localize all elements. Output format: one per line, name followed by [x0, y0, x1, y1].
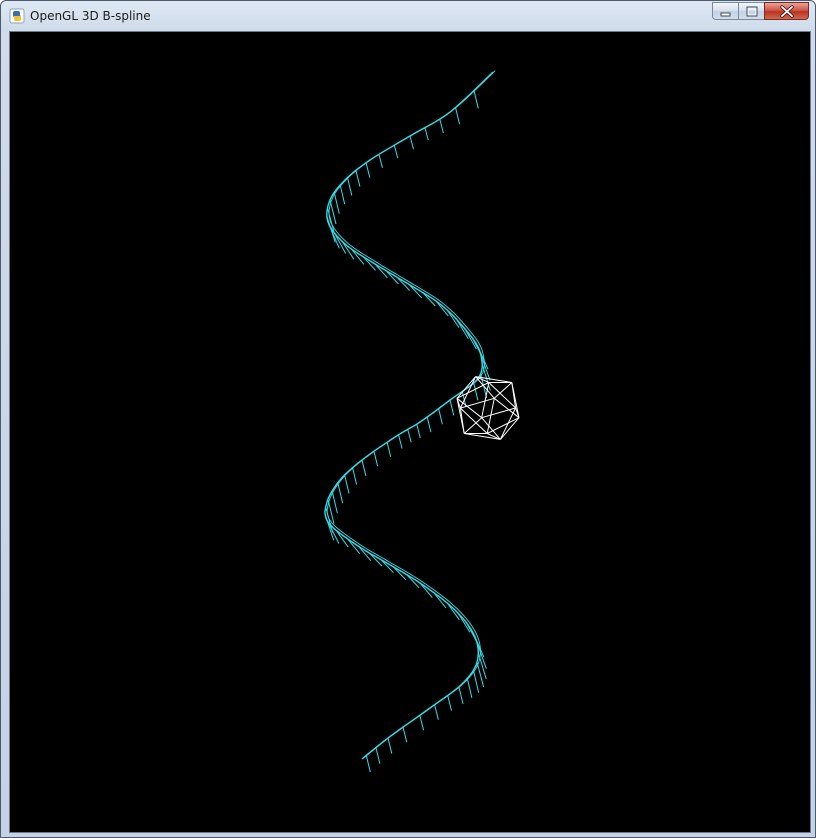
title-bar[interactable]: OpenGL 3D B-spline: [1, 1, 815, 30]
spline-tangent-tick: [344, 474, 350, 494]
minimize-button[interactable]: [712, 2, 738, 20]
spline-tangent-tick: [407, 429, 412, 443]
icosahedron-wireframe: [456, 376, 520, 440]
spline-tangent-tick: [426, 416, 432, 433]
spline-tangent-tick: [416, 424, 421, 439]
opengl-viewport[interactable]: [9, 31, 811, 833]
caption-buttons: [712, 2, 809, 21]
spline-tangent-tick: [361, 459, 367, 477]
spline-tangent-tick: [419, 715, 425, 731]
bspline-curve: [324, 70, 496, 773]
icosahedron-edge: [459, 408, 465, 434]
spline-tangent-tick: [331, 490, 338, 514]
spline-tangent-tick: [466, 678, 473, 699]
app-window: OpenGL 3D B-spline: [0, 0, 816, 838]
spline-tangent-tick: [434, 704, 439, 720]
spline-tangent-tick: [393, 145, 399, 159]
spline-tangent-tick: [438, 408, 443, 425]
spline-tangent-tick: [398, 434, 403, 449]
spline-tangent-tick: [447, 695, 452, 711]
icosahedron-edge: [486, 417, 520, 434]
spline-tangent-tick: [472, 670, 480, 693]
icosahedron-edge: [481, 407, 516, 419]
spline-tangent-tick: [337, 482, 344, 504]
bspline-canvas: [324, 70, 520, 773]
close-button[interactable]: [764, 2, 809, 20]
maximize-button[interactable]: [738, 2, 764, 20]
spline-tangent-tick: [387, 737, 393, 754]
spline-tangent-tick: [347, 177, 353, 196]
spline-tangent-tick: [409, 135, 414, 150]
spline-tangent-tick: [373, 451, 379, 467]
spline-tangent-tick: [402, 726, 408, 743]
spline-tangent-tick: [458, 686, 464, 705]
window-title: OpenGL 3D B-spline: [30, 9, 151, 23]
spline-tangent-tick: [455, 107, 461, 125]
spline-tangent-tick: [339, 184, 346, 205]
spline-tangent-tick: [352, 467, 358, 485]
spline-tangent-tick: [386, 442, 392, 457]
spline-tangent-tick: [365, 162, 371, 178]
spline-tangent-tick: [333, 192, 340, 214]
icosahedron-edge: [456, 382, 490, 399]
spline-tangent-tick: [449, 399, 455, 416]
spline-tangent-tick: [375, 747, 381, 764]
spline-curve-offset-line: [326, 70, 496, 759]
minimize-icon: [720, 12, 731, 17]
spline-tangent-tick: [473, 382, 479, 401]
spline-tangent-tick: [473, 90, 479, 109]
spline-tangent-tick: [365, 755, 371, 773]
close-icon: [780, 5, 794, 18]
python-icon: [9, 8, 25, 24]
spline-tangent-tick: [424, 127, 429, 141]
maximize-icon: [746, 6, 758, 17]
spline-tangent-tick: [355, 170, 361, 187]
spline-tangent-tick: [439, 118, 444, 134]
spline-tangent-tick: [378, 154, 383, 169]
